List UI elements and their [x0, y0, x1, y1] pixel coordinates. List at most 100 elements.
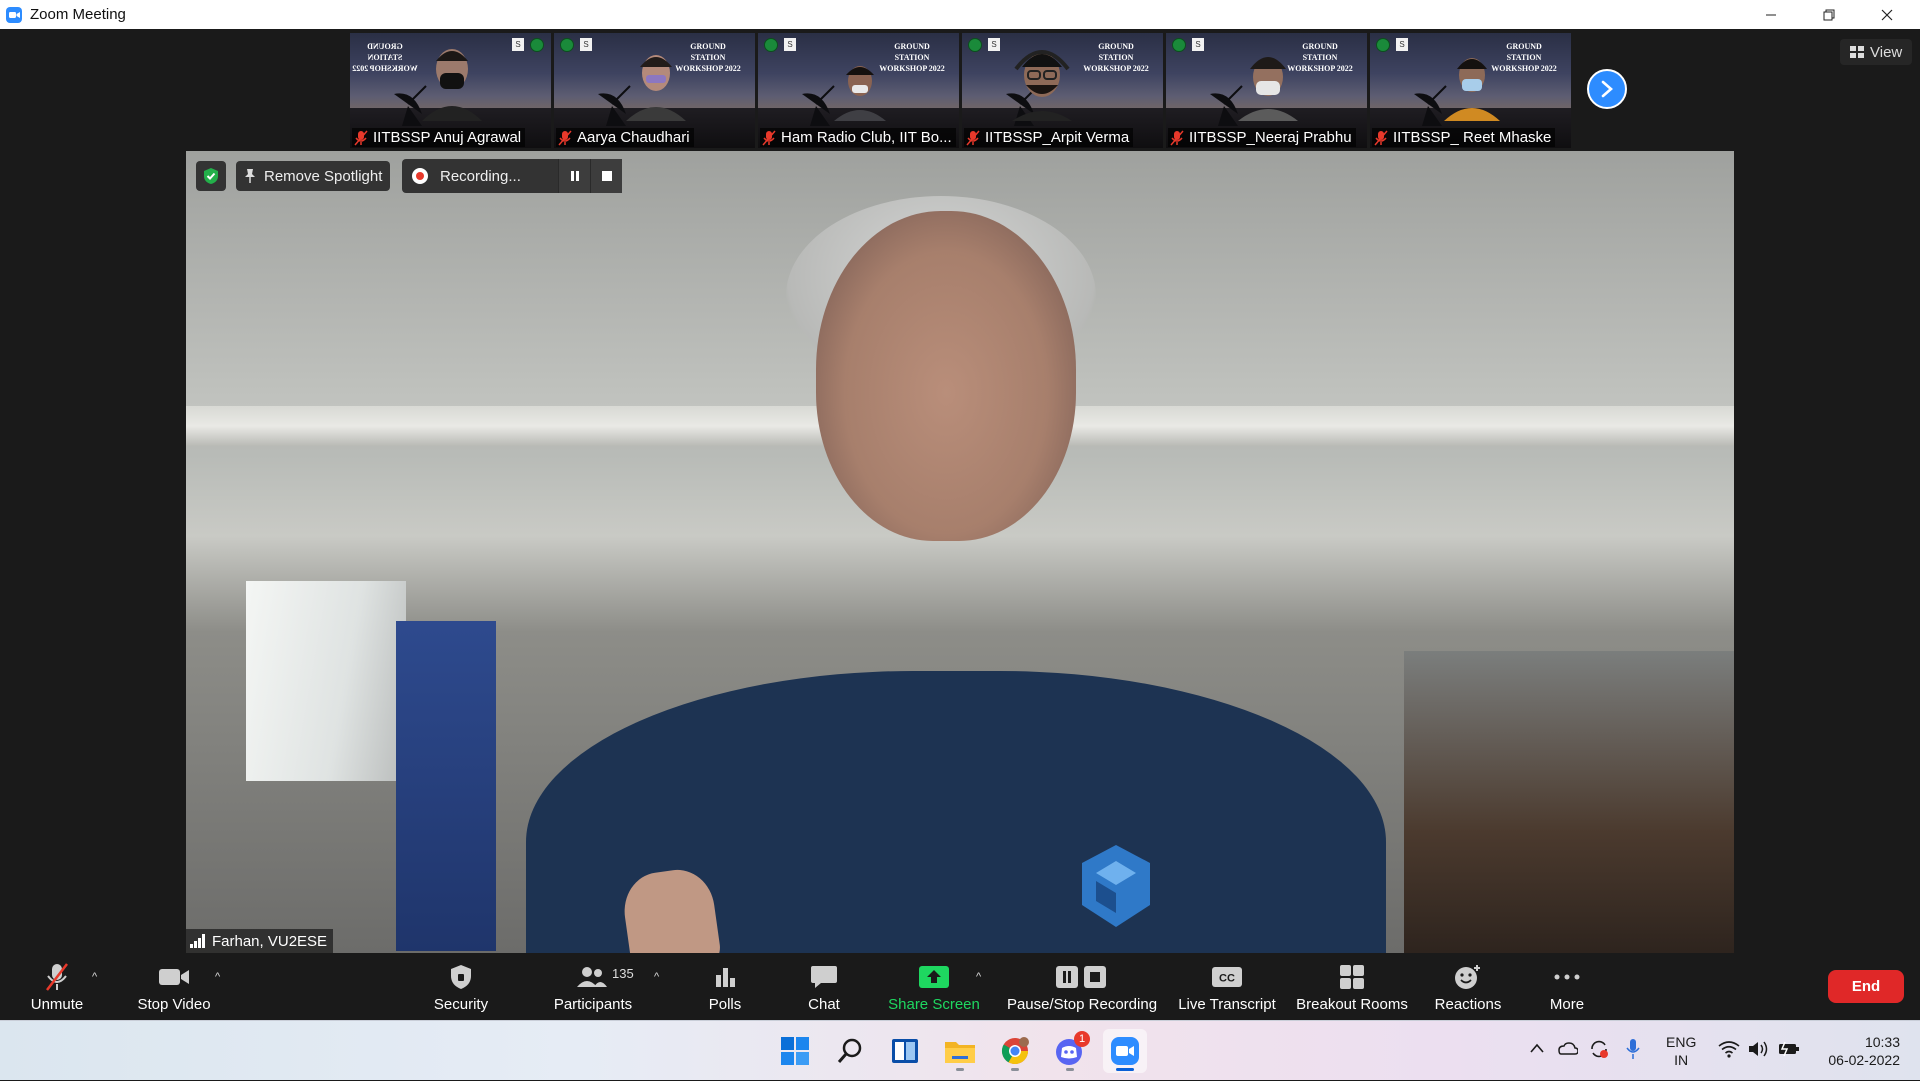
participant-name: IITBSSP_Neeraj Prabhu — [1189, 129, 1352, 146]
video-options-caret-icon[interactable]: ^ — [215, 971, 220, 983]
recording-indicator: Recording... — [402, 159, 622, 193]
status-badge-icon — [764, 38, 778, 52]
pause-stop-recording-button[interactable]: Pause/Stop Recording — [1004, 957, 1160, 1020]
participant-tile[interactable]: GROUND STATION WORKSHOP 2022 S Aarya Cha… — [554, 33, 755, 148]
remove-spotlight-button[interactable]: Remove Spotlight — [236, 161, 391, 191]
speaker-name: Farhan, VU2ESE — [212, 932, 328, 950]
share-options-caret-icon[interactable]: ^ — [976, 971, 981, 983]
participant-name: IITBSSP Anuj Agrawal — [373, 129, 522, 146]
live-transcript-label: Live Transcript — [1178, 996, 1276, 1013]
status-badge-icon — [968, 38, 982, 52]
taskbar-widgets-button[interactable] — [883, 1029, 927, 1073]
participant-video-person — [626, 55, 686, 121]
status-badge-icon — [530, 38, 544, 52]
taskbar-file-explorer-button[interactable] — [938, 1029, 982, 1073]
close-icon — [1881, 9, 1893, 20]
shield-check-icon — [204, 168, 218, 184]
participant-tile[interactable]: GROUND STATION WORKSHOP 2022 S IITBSSP A… — [350, 33, 551, 148]
participant-tile[interactable]: GROUND STATION WORKSHOP 2022 S IITBSSP_A… — [962, 33, 1163, 148]
pause-icon — [570, 171, 579, 181]
close-button[interactable] — [1858, 0, 1916, 29]
view-label: View — [1870, 43, 1903, 61]
windows-start-button[interactable] — [773, 1029, 817, 1073]
pause-recording-button[interactable] — [558, 159, 590, 193]
participants-options-caret-icon[interactable]: ^ — [654, 971, 659, 983]
participant-video-person — [1238, 57, 1298, 121]
windows-logo-icon — [781, 1037, 809, 1065]
grid-view-icon — [1850, 46, 1864, 58]
workshop-banner: GROUND STATION WORKSHOP 2022 — [352, 42, 418, 73]
participant-name-tag: Aarya Chaudhari — [556, 128, 694, 147]
view-button[interactable]: View — [1840, 39, 1913, 65]
participant-video-person — [1012, 50, 1072, 121]
breakout-rooms-label: Breakout Rooms — [1296, 996, 1408, 1013]
stop-video-button[interactable]: Stop Video — [134, 957, 214, 1020]
wifi-icon — [1718, 1040, 1740, 1063]
participant-video-person — [422, 49, 482, 121]
input-language-indicator[interactable]: ENG IN — [1666, 1033, 1696, 1069]
language-code: ENG — [1666, 1034, 1697, 1050]
ellipsis-icon — [1553, 962, 1581, 992]
taskbar-zoom-button[interactable] — [1103, 1029, 1147, 1073]
live-transcript-button[interactable]: CC Live Transcript — [1174, 957, 1280, 1020]
participant-name-tag: IITBSSP_Arpit Verma — [964, 128, 1134, 147]
participant-tile[interactable]: GROUND STATION WORKSHOP 2022 S IITBSSP_N… — [1166, 33, 1367, 148]
pin-icon — [245, 169, 255, 183]
restore-button[interactable] — [1800, 0, 1858, 29]
status-badge-icon — [1172, 38, 1186, 52]
participant-video-person — [1444, 58, 1500, 121]
minimize-button[interactable] — [1742, 0, 1800, 29]
show-hidden-icons-button[interactable] — [1528, 1041, 1546, 1060]
region-code: IN — [1674, 1052, 1689, 1068]
stop-icon — [601, 171, 612, 181]
mic-muted-icon — [966, 130, 980, 145]
recording-dot-icon — [412, 168, 428, 184]
reactions-label: Reactions — [1434, 996, 1502, 1013]
meeting-toolbar: Unmute ^ Stop Video ^ Security 135 Parti… — [0, 957, 1920, 1020]
polls-bar-chart-icon — [713, 962, 737, 992]
recording-label: Recording... — [440, 167, 521, 185]
spotlight-video[interactable] — [186, 151, 1734, 953]
participants-button[interactable]: 135 Participants — [546, 957, 640, 1020]
participant-name: Ham Radio Club, IIT Bo... — [781, 129, 952, 146]
chat-bubble-icon — [810, 962, 838, 992]
participant-tile[interactable]: GROUND STATION WORKSHOP 2022 S Ham Radio… — [758, 33, 959, 148]
participant-video-person — [834, 66, 886, 121]
reactions-button[interactable]: Reactions — [1430, 957, 1506, 1020]
next-page-button[interactable] — [1587, 69, 1627, 109]
unmute-button[interactable]: Unmute — [24, 957, 90, 1020]
taskbar-discord-button[interactable]: 1 — [1048, 1029, 1092, 1073]
discord-notification-badge: 1 — [1074, 1031, 1090, 1047]
breakout-rooms-button[interactable]: Breakout Rooms — [1294, 957, 1410, 1020]
microphone-in-use-icon[interactable] — [1626, 1038, 1640, 1065]
background-window — [246, 581, 406, 781]
more-button[interactable]: More — [1544, 957, 1590, 1020]
mic-muted-icon — [354, 130, 368, 145]
windows-taskbar: 1 ENG IN 10:33 06-02-2022 — [0, 1020, 1920, 1080]
participant-gallery-strip: GROUND STATION WORKSHOP 2022 S IITBSSP A… — [350, 33, 1571, 148]
taskbar-search-button[interactable] — [828, 1029, 872, 1073]
zoom-icon — [1111, 1037, 1139, 1065]
chevron-up-icon — [1530, 1043, 1544, 1053]
end-meeting-button[interactable]: End — [1828, 970, 1904, 1003]
taskbar-clock[interactable]: 10:33 06-02-2022 — [1816, 1033, 1900, 1069]
encryption-shield-button[interactable] — [196, 161, 226, 191]
share-screen-button[interactable]: Share Screen — [886, 957, 982, 1020]
participant-tile[interactable]: GROUND STATION WORKSHOP 2022 S IITBSSP_ … — [1370, 33, 1571, 148]
stop-recording-button[interactable] — [590, 159, 622, 193]
taskbar-chrome-button[interactable] — [993, 1029, 1037, 1073]
participants-icon — [576, 962, 608, 992]
polls-button[interactable]: Polls — [700, 957, 750, 1020]
speaker-name-tag: Farhan, VU2ESE — [186, 929, 334, 953]
shirt-logo-icon — [1082, 845, 1150, 927]
share-indicator-icon: S — [512, 38, 524, 51]
onedrive-icon[interactable] — [1556, 1040, 1579, 1061]
sync-icon[interactable] — [1588, 1038, 1610, 1065]
folder-icon — [945, 1042, 975, 1063]
security-button[interactable]: Security — [426, 957, 496, 1020]
pause-stop-recording-icon — [1054, 962, 1110, 992]
audio-options-caret-icon[interactable]: ^ — [92, 971, 97, 983]
share-indicator-icon: S — [1396, 38, 1408, 51]
window-titlebar: Zoom Meeting — [0, 0, 1920, 29]
chat-button[interactable]: Chat — [800, 957, 848, 1020]
